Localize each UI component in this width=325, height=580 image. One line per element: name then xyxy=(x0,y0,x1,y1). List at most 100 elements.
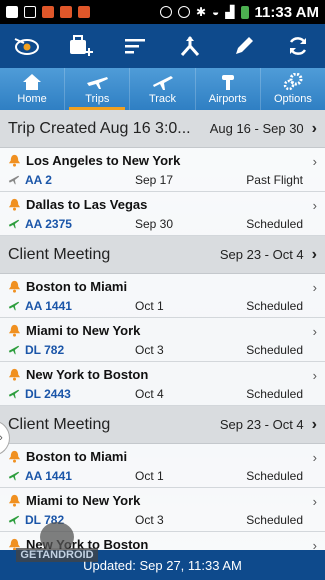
plane-status-icon xyxy=(8,471,20,480)
flight-status: Scheduled xyxy=(246,386,303,401)
trip-title: Client Meeting xyxy=(8,245,111,263)
plane-status-icon xyxy=(8,175,20,184)
flight-route: Miami to New York xyxy=(26,323,141,338)
image-notification-icon xyxy=(24,6,36,18)
chevron-right-icon: › xyxy=(312,450,317,465)
tab-options[interactable]: Options xyxy=(261,68,325,110)
clock: 11:33 AM xyxy=(254,3,319,21)
plane-status-icon xyxy=(8,345,20,354)
airport-tower-icon xyxy=(221,75,234,90)
track-plane-icon xyxy=(152,76,173,90)
flight-route: Boston to Miami xyxy=(26,279,128,294)
chevron-right-icon: › xyxy=(312,198,317,213)
alert-bell-icon xyxy=(8,280,21,293)
tab-label: Trips xyxy=(85,93,110,105)
add-trip-icon[interactable] xyxy=(54,24,108,68)
refresh-icon[interactable] xyxy=(271,24,325,68)
flight-date: Sep 30 xyxy=(135,216,174,231)
route-split-icon[interactable] xyxy=(163,24,217,68)
alert-bell-icon xyxy=(8,154,21,167)
trip-title: Trip Created Aug 16 3:0... xyxy=(8,119,191,137)
plane-status-icon xyxy=(8,301,20,310)
app-notification-icon-2 xyxy=(60,6,72,18)
system-icons: ✱ ◒ ▟ 11:33 AM xyxy=(159,3,319,21)
tab-track[interactable]: Track xyxy=(130,68,196,110)
flight-route: Dallas to Las Vegas xyxy=(26,197,148,212)
chevron-right-icon: › xyxy=(311,245,317,263)
flight-route: New York to Boston xyxy=(26,367,149,382)
flight-number: AA 1441 xyxy=(25,298,72,313)
flight-status: Scheduled xyxy=(246,216,303,231)
trip-list[interactable]: Trip Created Aug 16 3:0... Aug 16 - Sep … xyxy=(0,110,325,550)
action-bar xyxy=(0,24,325,68)
trip-section-header[interactable]: Client Meeting Sep 23 - Oct 4 › xyxy=(0,406,325,444)
flight-route: Los Angeles to New York xyxy=(26,153,181,168)
tab-label: Options xyxy=(273,93,312,105)
home-icon xyxy=(23,74,42,90)
tab-label: Airports xyxy=(208,93,247,105)
trip-section-header[interactable]: Client Meeting Sep 23 - Oct 4 › xyxy=(0,236,325,274)
flight-date: Oct 3 xyxy=(135,342,164,357)
chevron-right-icon: › xyxy=(311,119,317,137)
plane-status-icon xyxy=(8,219,20,228)
app-logo-icon[interactable] xyxy=(0,24,54,68)
add-notification-icon xyxy=(6,6,18,18)
signal-icon: ▟ xyxy=(225,5,235,19)
app-notification-icon xyxy=(42,6,54,18)
flight-row[interactable]: Miami to New York DL 782 Oct 3 Scheduled… xyxy=(0,318,325,362)
alert-bell-icon xyxy=(8,368,21,381)
flight-status: Scheduled xyxy=(246,468,303,483)
chevron-right-icon: › xyxy=(0,432,3,444)
flight-date: Oct 1 xyxy=(135,468,164,483)
sync-icon xyxy=(177,6,190,18)
flight-status: Scheduled xyxy=(246,512,303,527)
flight-number: AA 2375 xyxy=(25,216,72,231)
flight-row[interactable]: Dallas to Las Vegas AA 2375 Sep 30 Sched… xyxy=(0,192,325,236)
flight-date: Oct 1 xyxy=(135,298,164,313)
tab-trips[interactable]: Trips xyxy=(65,68,131,110)
sort-icon[interactable] xyxy=(108,24,162,68)
chevron-right-icon: › xyxy=(312,280,317,295)
trip-dates: Aug 16 - Sep 30 xyxy=(209,121,304,136)
chevron-right-icon: › xyxy=(312,324,317,339)
flight-row[interactable]: Boston to Miami AA 1441 Oct 1 Scheduled … xyxy=(0,274,325,318)
flight-status: Scheduled xyxy=(246,298,303,313)
alert-bell-icon xyxy=(8,324,21,337)
flight-route: Boston to Miami xyxy=(26,449,128,464)
status-bar: ✱ ◒ ▟ 11:33 AM xyxy=(0,0,325,24)
tab-label: Track xyxy=(148,93,177,105)
plane-status-icon xyxy=(8,389,20,398)
flight-row[interactable]: New York to Boston DL 2443 Oct 4 Schedul… xyxy=(0,362,325,406)
trips-icon xyxy=(87,77,109,89)
chevron-right-icon: › xyxy=(312,154,317,169)
chevron-right-icon: › xyxy=(312,538,317,550)
flight-route: Miami to New York xyxy=(26,493,141,508)
nfc-icon xyxy=(159,6,172,18)
tab-bar: Home Trips Track Airports Options xyxy=(0,68,325,110)
flight-number: DL 782 xyxy=(25,342,65,357)
edit-icon[interactable] xyxy=(217,24,271,68)
alert-bell-icon xyxy=(8,494,21,507)
trip-dates: Sep 23 - Oct 4 xyxy=(219,247,304,262)
flight-status: Scheduled xyxy=(246,342,303,357)
flight-row[interactable]: Los Angeles to New York AA 2 Sep 17 Past… xyxy=(0,148,325,192)
alert-bell-icon xyxy=(8,198,21,211)
watermark-logo: GETANDROID xyxy=(2,522,112,576)
flight-number: DL 2443 xyxy=(25,386,71,401)
battery-icon xyxy=(240,5,249,19)
trip-section-header[interactable]: Trip Created Aug 16 3:0... Aug 16 - Sep … xyxy=(0,110,325,148)
flight-date: Sep 17 xyxy=(135,172,174,187)
tab-label: Home xyxy=(17,93,47,105)
flight-date: Oct 4 xyxy=(135,386,164,401)
chevron-right-icon: › xyxy=(312,368,317,383)
tab-home[interactable]: Home xyxy=(0,68,66,110)
watermark-text: GETANDROID xyxy=(16,548,98,562)
app-notification-icon-3 xyxy=(78,6,90,18)
trip-dates: Sep 23 - Oct 4 xyxy=(219,417,304,432)
flight-row[interactable]: Boston to Miami AA 1441 Oct 1 Scheduled … xyxy=(0,444,325,488)
wifi-icon: ◒ xyxy=(212,5,220,19)
flight-date: Oct 3 xyxy=(135,512,164,527)
tab-airports[interactable]: Airports xyxy=(196,68,261,110)
flight-number: AA 2 xyxy=(25,172,52,187)
chevron-right-icon: › xyxy=(311,415,317,433)
